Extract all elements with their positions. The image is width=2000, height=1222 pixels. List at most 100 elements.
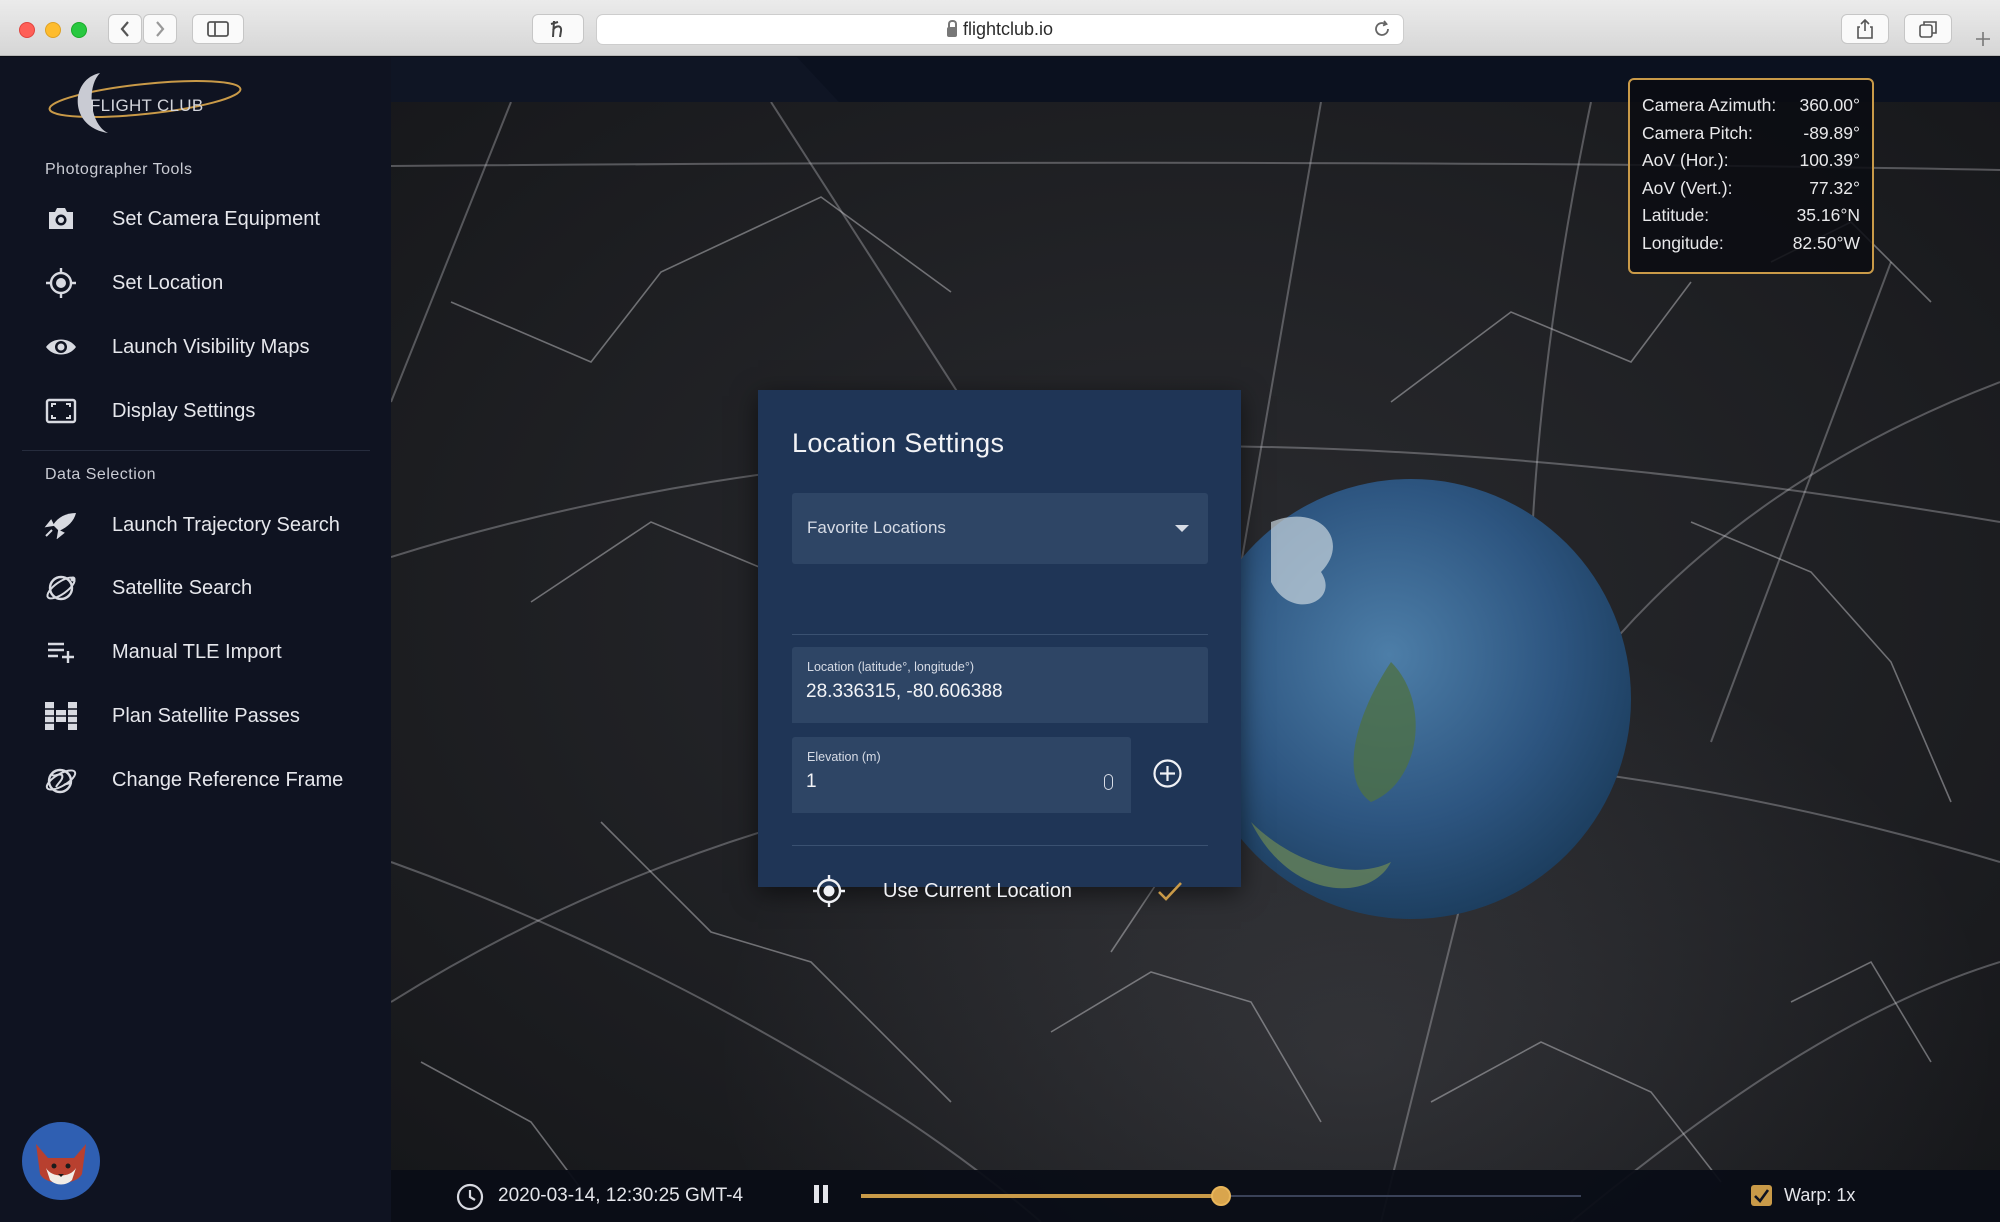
- sidebar-item-plan-satellite-passes[interactable]: Plan Satellite Passes: [0, 688, 391, 744]
- minimize-window-button[interactable]: [45, 22, 61, 38]
- sidebar-item-label: Plan Satellite Passes: [112, 704, 300, 727]
- use-current-location-label: Use Current Location: [883, 880, 1072, 902]
- eye-icon: [44, 330, 78, 364]
- info-value: -89.89°: [1803, 122, 1860, 143]
- sidebar: FLIGHT CLUB Photographer Tools Set Camer…: [0, 57, 391, 1222]
- elevation-input[interactable]: Elevation (m) 1: [792, 737, 1131, 813]
- use-current-location-button[interactable]: Use Current Location: [792, 852, 1208, 930]
- h-script-icon: [550, 20, 563, 38]
- chevron-right-icon: [156, 21, 165, 37]
- url-text: flightclub.io: [962, 19, 1054, 39]
- warp-checkbox[interactable]: [1751, 1185, 1772, 1206]
- crosshair-icon: [44, 266, 78, 300]
- info-label: Latitude:: [1642, 205, 1710, 226]
- sidebar-item-set-camera-equipment[interactable]: Set Camera Equipment: [0, 191, 391, 247]
- info-value: 77.32°: [1809, 177, 1860, 198]
- dropdown-caret-icon: [1175, 525, 1189, 532]
- zoom-window-button[interactable]: [71, 22, 87, 38]
- lock-icon: [946, 19, 957, 37]
- info-value: 82.50°W: [1792, 232, 1860, 253]
- time-slider-fill: [861, 1194, 1221, 1198]
- sidebar-divider: [22, 450, 370, 451]
- close-window-button[interactable]: [19, 22, 35, 38]
- new-tab-button[interactable]: [1966, 22, 2000, 56]
- info-label: Camera Azimuth:: [1642, 95, 1777, 115]
- sidebar-item-launch-visibility-maps[interactable]: Launch Visibility Maps: [0, 319, 391, 375]
- divider: [792, 845, 1208, 846]
- location-value: 28.336315, -80.606388: [806, 681, 1003, 702]
- forward-button[interactable]: [143, 14, 177, 44]
- clock-icon[interactable]: [456, 1183, 484, 1211]
- sidebar-item-set-location[interactable]: Set Location: [0, 255, 391, 311]
- select-placeholder: Favorite Locations: [807, 518, 946, 537]
- info-value: 35.16°N: [1796, 205, 1860, 226]
- sidebar-item-label: Manual TLE Import: [112, 640, 282, 663]
- number-spinner-icon[interactable]: [1104, 774, 1113, 790]
- sidebar-item-satellite-search[interactable]: Satellite Search: [0, 560, 391, 616]
- info-row-aov-vert: AoV (Vert.): 77.32°: [1642, 175, 1860, 203]
- photographer-tools-heading: Photographer Tools: [45, 161, 193, 178]
- browser-toolbar: flightclub.io: [0, 0, 2000, 56]
- chevron-left-icon: [120, 21, 129, 37]
- sidebar-item-label: Launch Visibility Maps: [112, 335, 310, 358]
- sidebar-item-launch-trajectory-search[interactable]: Launch Trajectory Search: [0, 497, 391, 553]
- share-icon: [1857, 19, 1873, 39]
- check-icon: [1754, 1189, 1770, 1203]
- sidebar-toggle-button[interactable]: [192, 14, 244, 44]
- info-value: 100.39°: [1799, 150, 1860, 171]
- crosshair-icon: [813, 875, 845, 907]
- share-button[interactable]: [1841, 14, 1889, 44]
- display-icon: [44, 394, 78, 428]
- elevation-label: Elevation (m): [807, 750, 881, 764]
- sidebar-item-label: Set Camera Equipment: [112, 207, 320, 230]
- location-input[interactable]: Location (latitude°, longitude°) 28.3363…: [792, 647, 1208, 723]
- sidebar-item-label: Display Settings: [112, 399, 256, 422]
- sidebar-item-manual-tle-import[interactable]: Manual TLE Import: [0, 624, 391, 680]
- user-avatar[interactable]: [22, 1122, 100, 1200]
- favorite-locations-select[interactable]: Favorite Locations: [792, 493, 1208, 564]
- tabs-icon: [1919, 21, 1937, 38]
- flight-club-logo[interactable]: FLIGHT CLUB: [40, 67, 250, 147]
- check-icon: [1158, 882, 1182, 901]
- add-elevation-button[interactable]: [1152, 758, 1183, 789]
- timeline-bar: 2020-03-14, 12:30:25 GMT-4 Warp: 1x: [391, 1170, 2000, 1222]
- info-row-aov-hor: AoV (Hor.): 100.39°: [1642, 147, 1860, 175]
- sidebar-item-label: Launch Trajectory Search: [112, 513, 340, 536]
- info-label: AoV (Vert.):: [1642, 177, 1733, 198]
- satellite-icon: [44, 699, 78, 733]
- globe-orbit-icon: [44, 763, 78, 797]
- tabs-overview-button[interactable]: [1904, 14, 1952, 44]
- info-label: Camera Pitch:: [1642, 122, 1753, 143]
- time-slider-thumb[interactable]: [1211, 1186, 1231, 1206]
- pause-icon[interactable]: [812, 1183, 830, 1205]
- info-label: Longitude:: [1642, 232, 1724, 253]
- camera-info-panel: Camera Azimuth: 360.00° Camera Pitch: -89.…: [1628, 78, 1874, 274]
- app-root: FLIGHT CLUB Photographer Tools Set Camer…: [0, 57, 2000, 1222]
- divider: [792, 634, 1208, 635]
- info-row-longitude: Longitude: 82.50°W: [1642, 230, 1860, 258]
- info-row-latitude: Latitude: 35.16°N: [1642, 202, 1860, 230]
- info-label: AoV (Hor.):: [1642, 150, 1729, 171]
- playlist-add-icon: [44, 635, 78, 669]
- sidebar-item-change-reference-frame[interactable]: Change Reference Frame: [0, 752, 391, 808]
- orbit-icon: [44, 571, 78, 605]
- logo-text: FLIGHT CLUB: [90, 96, 204, 115]
- plus-icon: [1976, 32, 1990, 46]
- address-bar[interactable]: flightclub.io: [596, 14, 1404, 45]
- location-label: Location (latitude°, longitude°): [807, 660, 975, 674]
- extension-button[interactable]: [532, 14, 584, 44]
- sidebar-item-label: Satellite Search: [112, 576, 253, 599]
- reload-icon[interactable]: [1373, 20, 1391, 43]
- info-row-azimuth: Camera Azimuth: 360.00°: [1642, 92, 1860, 120]
- warp-label: Warp: 1x: [1784, 1185, 1856, 1205]
- simulation-datetime[interactable]: 2020-03-14, 12:30:25 GMT-4: [498, 1185, 743, 1207]
- sidebar-item-label: Change Reference Frame: [112, 768, 344, 791]
- back-button[interactable]: [108, 14, 142, 44]
- info-row-pitch: Camera Pitch: -89.89°: [1642, 120, 1860, 148]
- rocket-icon: [44, 508, 78, 542]
- sidebar-item-display-settings[interactable]: Display Settings: [0, 383, 391, 439]
- dialog-title: Location Settings: [792, 428, 1005, 458]
- camera-icon: [44, 202, 78, 236]
- info-value: 360.00°: [1799, 95, 1860, 115]
- sidebar-icon: [207, 21, 229, 37]
